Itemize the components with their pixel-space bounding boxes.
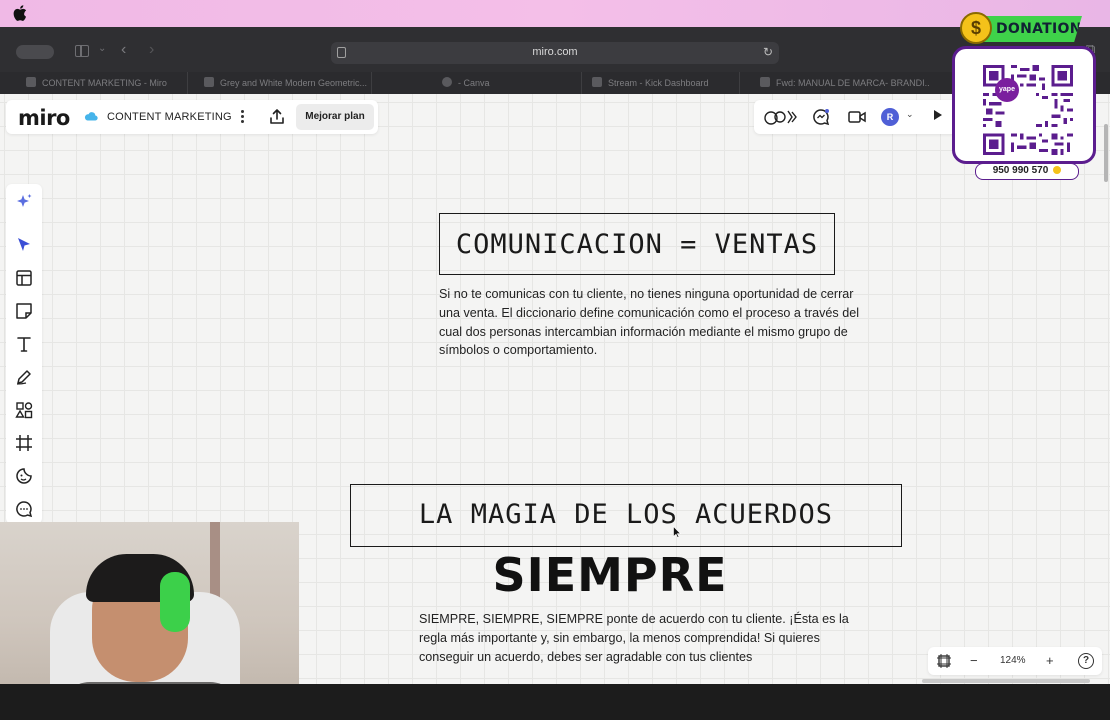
paragraph-comunicacion[interactable]: Si no te comunicas con tu cliente, no ti… [439, 285, 869, 360]
kick-favicon-icon [592, 77, 602, 87]
comment-icon[interactable] [14, 499, 34, 519]
canva-favicon-icon [442, 77, 452, 87]
tab-gmail[interactable]: Fwd: MANUAL DE MARCA- BRANDI... [760, 72, 930, 94]
more-options-icon[interactable] [239, 109, 245, 125]
coin-dot-icon [1053, 166, 1062, 174]
miro-logo[interactable]: miro [18, 106, 70, 130]
section-title: COMUNICACION = VENTAS [455, 229, 819, 260]
tab-miro[interactable]: CONTENT MARKETING - Miro [26, 72, 188, 94]
pen-icon[interactable] [14, 367, 34, 387]
tab-canva[interactable]: - Canva [442, 72, 582, 94]
browser-chrome: ⌄ ‹ › miro.com ↻ ⧉ CONTENT MARKETING - M… [0, 27, 1110, 94]
sidebar-toggle-icon[interactable] [75, 45, 89, 57]
vertical-scrollbar[interactable] [1104, 124, 1108, 182]
paragraph-acuerdos[interactable]: SIEMPRE, SIEMPRE, SIEMPRE ponte de acuer… [419, 610, 859, 666]
user-avatar[interactable]: R [881, 108, 899, 126]
video-call-icon[interactable] [848, 108, 866, 126]
donations-label: DONATIONS [984, 16, 1082, 42]
profile-pill[interactable] [16, 45, 54, 59]
zoom-level[interactable]: 124% [1000, 655, 1026, 666]
tab-canva-design[interactable]: Grey and White Modern Geometric... [204, 72, 372, 94]
shapes-icon[interactable] [14, 400, 34, 420]
tab-label: - Canva [458, 78, 490, 88]
cloud-icon [84, 112, 98, 121]
title-frame-acuerdos[interactable]: LA MAGIA DE LOS ACUERDOS [350, 484, 902, 547]
chevron-down-icon[interactable]: ⌄ [98, 43, 106, 54]
horizontal-scrollbar[interactable] [922, 679, 1090, 683]
tab-label: CONTENT MARKETING - Miro [42, 78, 167, 88]
help-icon[interactable]: ? [1078, 653, 1094, 669]
export-icon[interactable] [268, 108, 286, 126]
zoom-out-icon[interactable]: − [970, 653, 978, 668]
miro-header-left: miro CONTENT MARKETING Mejorar plan [6, 100, 378, 134]
tab-label: Grey and White Modern Geometric... [220, 78, 368, 88]
reactions-icon[interactable] [764, 108, 798, 126]
yape-logo: yape [995, 78, 1019, 102]
bottom-dark-strip [0, 684, 1110, 720]
frame-icon[interactable] [14, 433, 34, 453]
mac-menu-bar [0, 0, 1110, 27]
back-arrow-icon[interactable]: ‹ [121, 41, 126, 59]
url-text: miro.com [532, 46, 578, 58]
chevron-down-icon[interactable]: ⌄ [906, 109, 914, 120]
qr-code-image [983, 65, 1073, 155]
address-bar[interactable]: miro.com ↻ [331, 42, 779, 64]
chat-icon[interactable] [812, 108, 830, 126]
miro-favicon-icon [26, 77, 36, 87]
stickers-icon[interactable] [14, 466, 34, 486]
phone-number: 950 990 570 [992, 165, 1049, 176]
templates-icon[interactable] [14, 268, 34, 288]
screen: ⌄ ‹ › miro.com ↻ ⧉ CONTENT MARKETING - M… [0, 0, 1110, 720]
zoom-in-icon[interactable]: + [1046, 653, 1054, 668]
reload-icon[interactable]: ↻ [763, 45, 773, 59]
qr-code-card: yape [952, 46, 1096, 164]
phone-number-badge: 950 990 570 [975, 163, 1079, 180]
mouse-cursor-icon [673, 526, 681, 538]
section-title: LA MAGIA DE LOS ACUERDOS [418, 499, 834, 530]
big-heading[interactable]: SIEMPRE [420, 548, 800, 602]
tab-label: Fwd: MANUAL DE MARCA- BRANDI... [776, 78, 930, 88]
select-cursor-icon[interactable] [14, 235, 34, 255]
forward-arrow-icon[interactable]: › [149, 41, 154, 59]
board-name[interactable]: CONTENT MARKETING [107, 111, 232, 123]
headset [160, 572, 190, 632]
gmail-favicon-icon [760, 77, 770, 87]
upgrade-plan-button[interactable]: Mejorar plan [296, 104, 374, 130]
heart-favicon-icon [204, 77, 214, 87]
title-frame-comunicacion[interactable]: COMUNICACION = VENTAS [439, 213, 835, 275]
fit-to-screen-icon[interactable] [936, 653, 952, 669]
present-play-icon[interactable] [934, 110, 942, 120]
browser-toolbar: ⌄ ‹ › miro.com ↻ ⧉ [0, 27, 1110, 72]
tab-bar: CONTENT MARKETING - Miro Grey and White … [0, 72, 1110, 94]
apple-icon[interactable] [13, 5, 27, 21]
ai-sparkle-icon[interactable] [14, 192, 34, 212]
tab-kick[interactable]: Stream - Kick Dashboard [592, 72, 740, 94]
left-toolbar [6, 184, 42, 524]
miro-header-right: R ⌄ [754, 100, 960, 134]
donations-badge: DONATIONS $ [960, 12, 1084, 46]
tab-label: Stream - Kick Dashboard [608, 78, 709, 88]
sticky-note-icon[interactable] [14, 301, 34, 321]
text-tool-icon[interactable] [14, 334, 34, 354]
dollar-coin-icon: $ [960, 12, 992, 44]
zoom-controls: − 124% + ? [928, 647, 1102, 675]
